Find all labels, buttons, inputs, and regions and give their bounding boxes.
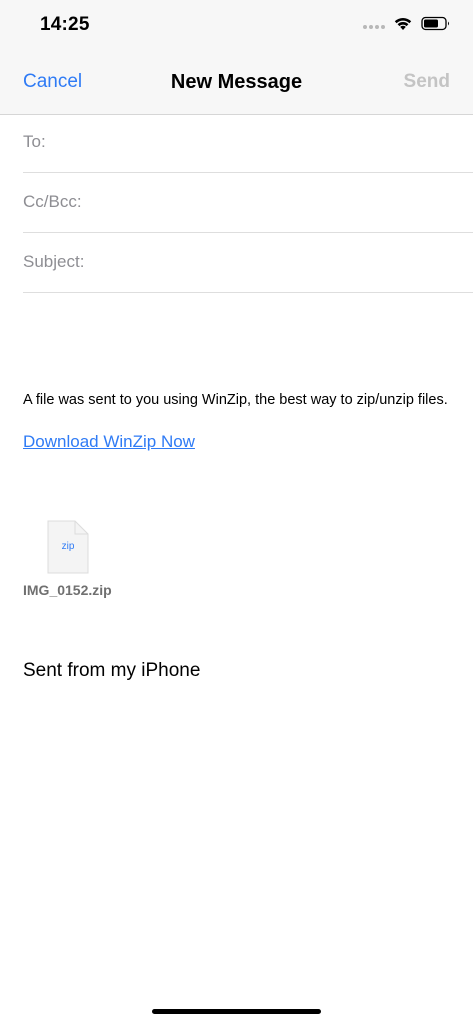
nav-bar: Cancel New Message Send <box>0 52 473 115</box>
cc-bcc-input[interactable] <box>113 188 463 218</box>
cc-bcc-field[interactable]: Cc/Bcc: <box>23 174 473 233</box>
attachment-file-name: IMG_0152.zip <box>23 582 112 598</box>
cc-bcc-label: Cc/Bcc: <box>23 192 82 211</box>
file-extension: zip <box>61 541 75 552</box>
message-body-text: A file was sent to you using WinZip, the… <box>23 392 448 408</box>
signature-text: Sent from my iPhone <box>23 660 201 681</box>
status-icons <box>363 16 451 31</box>
page-title: New Message <box>170 71 303 93</box>
subject-field[interactable]: Subject: <box>23 234 473 293</box>
to-input[interactable] <box>93 128 463 158</box>
download-winzip-link[interactable]: Download WinZip Now <box>23 432 195 452</box>
battery-icon <box>421 16 449 31</box>
subject-label: Subject: <box>23 252 85 271</box>
attachment[interactable]: zip IMG_0152.zip <box>23 520 133 598</box>
signal-dots-icon <box>363 24 385 29</box>
status-time: 14:25 <box>40 14 90 35</box>
to-label: To: <box>23 132 46 151</box>
subject-input[interactable] <box>113 248 463 278</box>
to-field[interactable]: To: <box>23 114 473 173</box>
file-icon: zip <box>47 520 89 574</box>
wifi-icon <box>394 17 412 30</box>
send-button[interactable]: Send <box>404 71 450 93</box>
home-indicator[interactable] <box>152 1009 321 1014</box>
status-bar: 14:25 <box>0 0 473 52</box>
